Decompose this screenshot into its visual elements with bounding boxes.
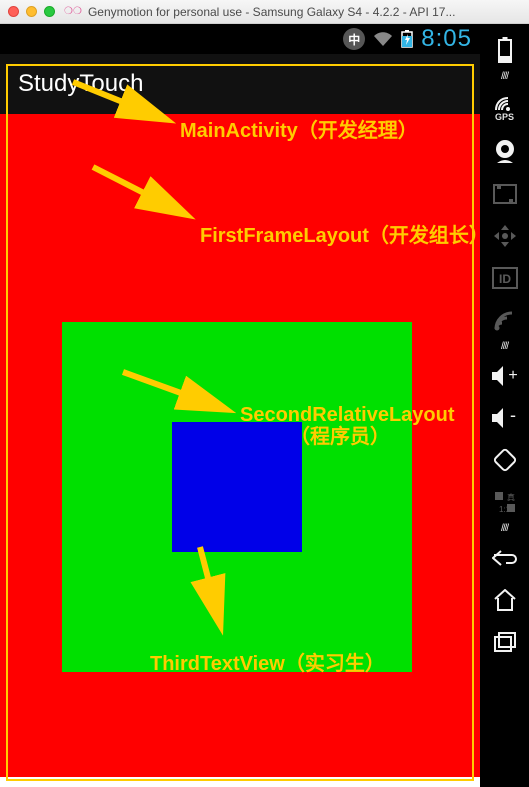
genymotion-icon: ❍❍: [64, 6, 82, 17]
separator-icon: ////: [501, 342, 508, 354]
annotation-second-relative-line1: SecondRelativeLayout: [240, 404, 455, 426]
device-screen: 中 8:05 StudyTouch: [0, 24, 480, 787]
window-close-icon[interactable]: [8, 6, 19, 17]
arrow-icon: [120, 369, 240, 429]
nav-home-icon[interactable]: [485, 580, 525, 620]
rotate-icon[interactable]: [485, 440, 525, 480]
arrow-icon: [190, 544, 240, 634]
nav-recent-icon[interactable]: [485, 622, 525, 662]
annotation-first-frame: FirstFrameLayout（开发组长）: [200, 219, 489, 248]
identifiers-icon[interactable]: ID: [485, 258, 525, 298]
wifi-icon: [373, 31, 393, 47]
separator-icon: ////: [501, 524, 508, 536]
window-minimize-icon[interactable]: [26, 6, 37, 17]
battery-charging-icon: [401, 30, 413, 48]
genymotion-sidebar: //// GPS ID //// + - 真1:1: [480, 24, 529, 787]
window-zoom-icon[interactable]: [44, 6, 55, 17]
status-clock: 8:05: [421, 25, 472, 53]
annotation-second-relative: SecondRelativeLayout （程序员）: [240, 404, 440, 448]
android-status-bar: 中 8:05: [0, 24, 480, 54]
svg-text:+: +: [508, 367, 517, 384]
separator-icon: ////: [501, 72, 508, 84]
battery-icon[interactable]: [485, 30, 525, 70]
window-title: Genymotion for personal use - Samsung Ga…: [88, 5, 521, 19]
volume-down-icon[interactable]: -: [485, 398, 525, 438]
gps-label: GPS: [495, 112, 514, 122]
network-icon[interactable]: [485, 300, 525, 340]
arrow-icon: [90, 164, 200, 234]
annotation-main-activity: MainActivity（开发经理）: [180, 114, 418, 143]
volume-up-icon[interactable]: +: [485, 356, 525, 396]
nav-back-icon[interactable]: [485, 538, 525, 578]
mac-titlebar: ❍❍ Genymotion for personal use - Samsung…: [0, 0, 529, 24]
svg-text:-: -: [510, 407, 516, 425]
webcam-icon[interactable]: [485, 132, 525, 172]
svg-text:ID: ID: [499, 272, 511, 286]
annotation-second-relative-line2: （程序员）: [290, 426, 390, 448]
dpad-icon[interactable]: [485, 216, 525, 256]
screencast-icon[interactable]: [485, 174, 525, 214]
pixel-perfect-icon[interactable]: 真1:1: [485, 482, 525, 522]
svg-text:真: 真: [507, 492, 515, 502]
gps-icon[interactable]: GPS: [485, 86, 525, 130]
arrow-icon: [70, 79, 180, 139]
annotation-third-textview: ThirdTextView（实习生）: [150, 647, 385, 676]
ime-indicator-icon: 中: [343, 28, 365, 50]
